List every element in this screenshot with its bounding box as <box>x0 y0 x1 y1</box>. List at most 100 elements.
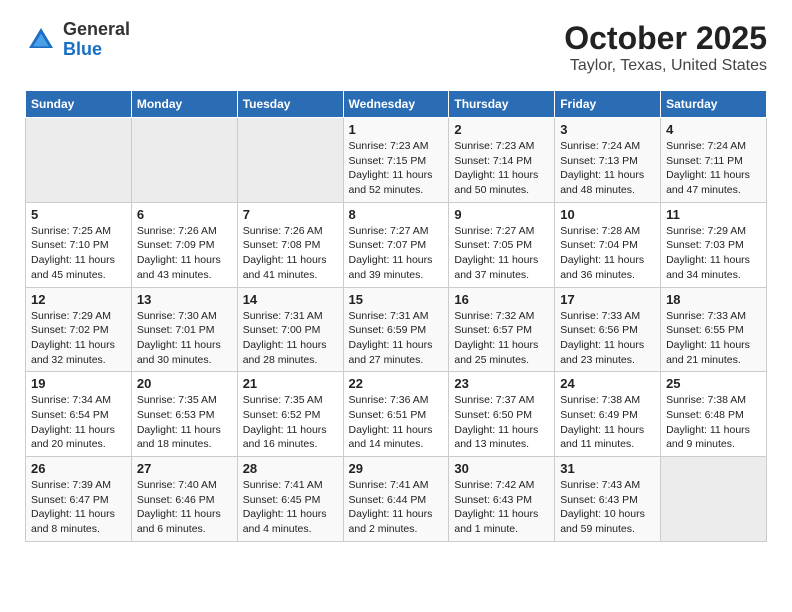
header-row: SundayMondayTuesdayWednesdayThursdayFrid… <box>26 91 767 118</box>
day-info: Sunrise: 7:26 AM Sunset: 7:09 PM Dayligh… <box>137 224 232 283</box>
day-number: 14 <box>243 292 338 307</box>
day-cell: 15 Sunrise: 7:31 AM Sunset: 6:59 PM Dayli… <box>343 287 449 372</box>
day-cell: 4 Sunrise: 7:24 AM Sunset: 7:11 PM Daylig… <box>661 118 767 203</box>
day-info: Sunrise: 7:30 AM Sunset: 7:01 PM Dayligh… <box>137 309 232 368</box>
day-number: 24 <box>560 376 655 391</box>
day-info: Sunrise: 7:26 AM Sunset: 7:08 PM Dayligh… <box>243 224 338 283</box>
day-cell: 22 Sunrise: 7:36 AM Sunset: 6:51 PM Dayli… <box>343 372 449 457</box>
day-number: 27 <box>137 461 232 476</box>
day-info: Sunrise: 7:43 AM Sunset: 6:43 PM Dayligh… <box>560 478 655 537</box>
day-cell: 19 Sunrise: 7:34 AM Sunset: 6:54 PM Dayli… <box>26 372 132 457</box>
day-cell: 1 Sunrise: 7:23 AM Sunset: 7:15 PM Daylig… <box>343 118 449 203</box>
day-number: 28 <box>243 461 338 476</box>
day-cell <box>237 118 343 203</box>
day-cell: 24 Sunrise: 7:38 AM Sunset: 6:49 PM Dayli… <box>555 372 661 457</box>
day-number: 6 <box>137 207 232 222</box>
day-number: 25 <box>666 376 761 391</box>
day-cell <box>26 118 132 203</box>
day-cell: 5Sunrise: 7:25 AM Sunset: 7:10 PM Daylig… <box>26 202 132 287</box>
day-cell: 21 Sunrise: 7:35 AM Sunset: 6:52 PM Dayli… <box>237 372 343 457</box>
day-info: Sunrise: 7:29 AM Sunset: 7:03 PM Dayligh… <box>666 224 761 283</box>
day-number: 22 <box>349 376 444 391</box>
week-row-5: 26Sunrise: 7:39 AM Sunset: 6:47 PM Dayli… <box>26 457 767 542</box>
day-info: Sunrise: 7:38 AM Sunset: 6:49 PM Dayligh… <box>560 393 655 452</box>
day-info: Sunrise: 7:42 AM Sunset: 6:43 PM Dayligh… <box>454 478 549 537</box>
day-info: Sunrise: 7:31 AM Sunset: 6:59 PM Dayligh… <box>349 309 444 368</box>
day-info: Sunrise: 7:28 AM Sunset: 7:04 PM Dayligh… <box>560 224 655 283</box>
day-info: Sunrise: 7:27 AM Sunset: 7:05 PM Dayligh… <box>454 224 549 283</box>
day-number: 12 <box>31 292 126 307</box>
calendar-title: October 2025 <box>564 20 767 57</box>
day-number: 19 <box>31 376 126 391</box>
day-cell: 20 Sunrise: 7:35 AM Sunset: 6:53 PM Dayli… <box>131 372 237 457</box>
day-cell: 26Sunrise: 7:39 AM Sunset: 6:47 PM Dayli… <box>26 457 132 542</box>
header-day-saturday: Saturday <box>661 91 767 118</box>
week-row-1: 1 Sunrise: 7:23 AM Sunset: 7:15 PM Daylig… <box>26 118 767 203</box>
calendar-body: 1 Sunrise: 7:23 AM Sunset: 7:15 PM Daylig… <box>26 118 767 542</box>
day-cell: 25 Sunrise: 7:38 AM Sunset: 6:48 PM Dayli… <box>661 372 767 457</box>
week-row-3: 12 Sunrise: 7:29 AM Sunset: 7:02 PM Dayli… <box>26 287 767 372</box>
day-cell: 27Sunrise: 7:40 AM Sunset: 6:46 PM Dayli… <box>131 457 237 542</box>
title-block: October 2025 Taylor, Texas, United State… <box>564 20 767 75</box>
day-info: Sunrise: 7:41 AM Sunset: 6:45 PM Dayligh… <box>243 478 338 537</box>
calendar-header: SundayMondayTuesdayWednesdayThursdayFrid… <box>26 91 767 118</box>
day-number: 9 <box>454 207 549 222</box>
day-cell: 13 Sunrise: 7:30 AM Sunset: 7:01 PM Dayli… <box>131 287 237 372</box>
day-number: 29 <box>349 461 444 476</box>
day-cell: 12 Sunrise: 7:29 AM Sunset: 7:02 PM Dayli… <box>26 287 132 372</box>
week-row-4: 19 Sunrise: 7:34 AM Sunset: 6:54 PM Dayli… <box>26 372 767 457</box>
header-day-wednesday: Wednesday <box>343 91 449 118</box>
header-day-tuesday: Tuesday <box>237 91 343 118</box>
calendar-table: SundayMondayTuesdayWednesdayThursdayFrid… <box>25 90 767 542</box>
day-info: Sunrise: 7:23 AM Sunset: 7:15 PM Dayligh… <box>349 139 444 198</box>
day-info: Sunrise: 7:35 AM Sunset: 6:52 PM Dayligh… <box>243 393 338 452</box>
day-cell: 23Sunrise: 7:37 AM Sunset: 6:50 PM Dayli… <box>449 372 555 457</box>
day-cell: 29 Sunrise: 7:41 AM Sunset: 6:44 PM Dayli… <box>343 457 449 542</box>
day-cell: 8Sunrise: 7:27 AM Sunset: 7:07 PM Daylig… <box>343 202 449 287</box>
logo-text: General Blue <box>63 20 130 60</box>
day-info: Sunrise: 7:33 AM Sunset: 6:55 PM Dayligh… <box>666 309 761 368</box>
day-number: 15 <box>349 292 444 307</box>
day-cell: 30Sunrise: 7:42 AM Sunset: 6:43 PM Dayli… <box>449 457 555 542</box>
day-info: Sunrise: 7:25 AM Sunset: 7:10 PM Dayligh… <box>31 224 126 283</box>
header-day-monday: Monday <box>131 91 237 118</box>
day-number: 13 <box>137 292 232 307</box>
day-number: 8 <box>349 207 444 222</box>
day-number: 2 <box>454 122 549 137</box>
day-cell: 10 Sunrise: 7:28 AM Sunset: 7:04 PM Dayli… <box>555 202 661 287</box>
day-number: 26 <box>31 461 126 476</box>
day-cell <box>131 118 237 203</box>
day-cell: 16 Sunrise: 7:32 AM Sunset: 6:57 PM Dayli… <box>449 287 555 372</box>
day-info: Sunrise: 7:32 AM Sunset: 6:57 PM Dayligh… <box>454 309 549 368</box>
day-info: Sunrise: 7:24 AM Sunset: 7:11 PM Dayligh… <box>666 139 761 198</box>
day-number: 17 <box>560 292 655 307</box>
logo: General Blue <box>25 20 130 60</box>
day-cell: 6 Sunrise: 7:26 AM Sunset: 7:09 PM Daylig… <box>131 202 237 287</box>
day-number: 23 <box>454 376 549 391</box>
day-number: 1 <box>349 122 444 137</box>
day-number: 4 <box>666 122 761 137</box>
day-info: Sunrise: 7:31 AM Sunset: 7:00 PM Dayligh… <box>243 309 338 368</box>
day-cell: 18Sunrise: 7:33 AM Sunset: 6:55 PM Dayli… <box>661 287 767 372</box>
week-row-2: 5Sunrise: 7:25 AM Sunset: 7:10 PM Daylig… <box>26 202 767 287</box>
day-info: Sunrise: 7:29 AM Sunset: 7:02 PM Dayligh… <box>31 309 126 368</box>
day-info: Sunrise: 7:38 AM Sunset: 6:48 PM Dayligh… <box>666 393 761 452</box>
day-cell <box>661 457 767 542</box>
day-number: 21 <box>243 376 338 391</box>
header-day-thursday: Thursday <box>449 91 555 118</box>
day-cell: 3Sunrise: 7:24 AM Sunset: 7:13 PM Daylig… <box>555 118 661 203</box>
day-number: 20 <box>137 376 232 391</box>
logo-icon <box>25 24 57 56</box>
day-info: Sunrise: 7:36 AM Sunset: 6:51 PM Dayligh… <box>349 393 444 452</box>
day-info: Sunrise: 7:24 AM Sunset: 7:13 PM Dayligh… <box>560 139 655 198</box>
day-number: 16 <box>454 292 549 307</box>
header-day-sunday: Sunday <box>26 91 132 118</box>
day-number: 31 <box>560 461 655 476</box>
day-number: 7 <box>243 207 338 222</box>
day-info: Sunrise: 7:35 AM Sunset: 6:53 PM Dayligh… <box>137 393 232 452</box>
day-info: Sunrise: 7:33 AM Sunset: 6:56 PM Dayligh… <box>560 309 655 368</box>
day-info: Sunrise: 7:34 AM Sunset: 6:54 PM Dayligh… <box>31 393 126 452</box>
day-info: Sunrise: 7:41 AM Sunset: 6:44 PM Dayligh… <box>349 478 444 537</box>
day-number: 10 <box>560 207 655 222</box>
day-cell: 9 Sunrise: 7:27 AM Sunset: 7:05 PM Daylig… <box>449 202 555 287</box>
